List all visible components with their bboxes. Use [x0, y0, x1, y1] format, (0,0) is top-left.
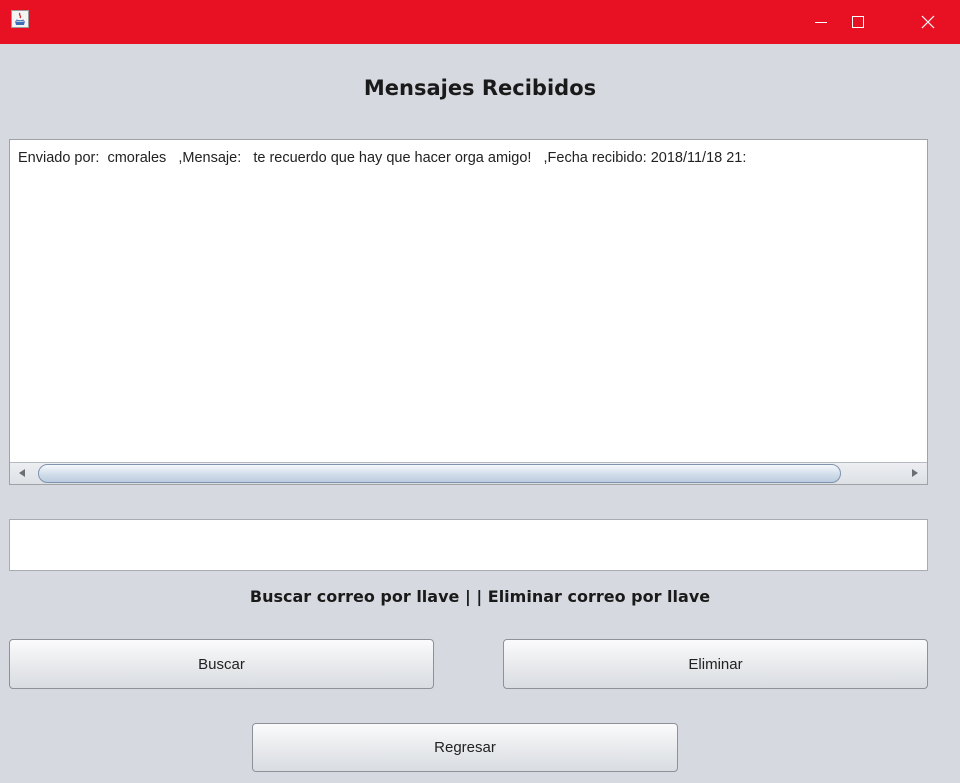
close-button[interactable] — [905, 0, 951, 44]
title-bar[interactable] — [0, 0, 960, 44]
maximize-button[interactable] — [835, 0, 881, 44]
maximize-icon — [852, 16, 864, 28]
regresar-button[interactable]: Regresar — [252, 723, 678, 772]
scroll-right-icon[interactable] — [912, 469, 918, 477]
scrollbar-thumb[interactable] — [38, 464, 841, 483]
page-title: Mensajes Recibidos — [363, 76, 597, 100]
close-icon — [921, 15, 935, 29]
key-input[interactable] — [9, 519, 928, 571]
message-line: Enviado por: cmorales ,Mensaje: te recue… — [18, 150, 747, 166]
messages-text-area[interactable]: Enviado por: cmorales ,Mensaje: te recue… — [9, 139, 928, 485]
horizontal-scrollbar[interactable] — [10, 462, 927, 484]
java-icon[interactable] — [11, 10, 29, 28]
scroll-left-icon[interactable] — [19, 469, 25, 477]
buscar-button[interactable]: Buscar — [9, 639, 434, 689]
eliminar-button[interactable]: Eliminar — [503, 639, 928, 689]
minimize-icon — [815, 22, 827, 23]
key-caption: Buscar correo por llave | | Eliminar cor… — [249, 587, 711, 606]
app-window: Mensajes Recibidos Enviado por: cmorales… — [0, 0, 960, 783]
